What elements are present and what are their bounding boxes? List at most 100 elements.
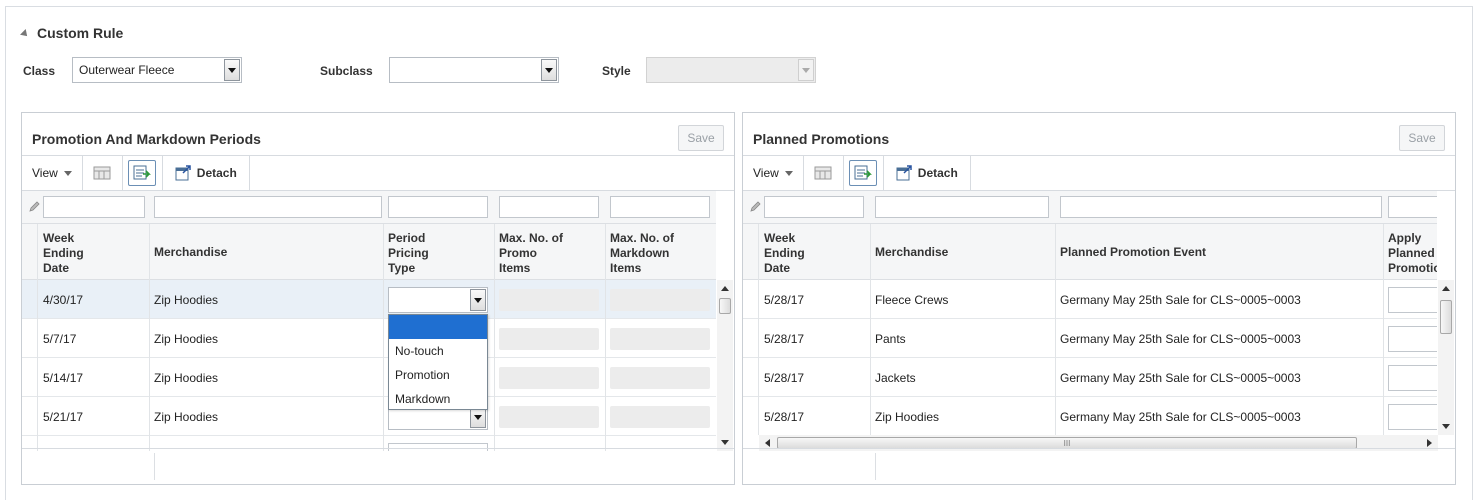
markdown-items-field [610,328,710,350]
promo-items-field [499,328,599,350]
freeze-column-icon [93,166,111,180]
filter-row [743,191,1437,224]
filter-pricing-input[interactable] [388,196,488,218]
view-menu[interactable]: View [22,156,83,190]
col-merchandise[interactable]: Merchandise [154,224,227,280]
filter-markdown-input[interactable] [610,196,710,218]
class-dropdown-icon[interactable] [224,59,240,81]
filter-week-input[interactable] [43,196,145,218]
class-select-value: Outerwear Fleece [79,63,175,77]
filter-week-input[interactable] [764,196,864,218]
table-row[interactable]: 5/28/17 Jackets Germany May 25th Sale fo… [743,358,1437,397]
scroll-right-icon[interactable] [1427,439,1432,447]
table-row[interactable]: 5/7/17 Zip Hoodies [22,319,716,358]
detach-button[interactable]: Detach [884,156,971,190]
export-button[interactable] [123,156,163,190]
collapse-triangle-icon[interactable] [20,28,30,39]
cell-merchandise: Jackets [875,370,916,385]
apply-promotion-input[interactable] [1388,287,1437,313]
table-row[interactable]: 5/28/17 Pants Germany May 25th Sale for … [743,319,1437,358]
cell-date: 5/21/17 [43,409,84,424]
option-promotion[interactable]: Promotion [389,363,487,387]
class-select[interactable]: Outerwear Fleece [72,57,242,83]
detach-icon [175,165,191,181]
export-icon [854,165,873,180]
vertical-scrollbar[interactable] [1438,280,1454,435]
cell-date: 5/28/17 [764,409,805,424]
style-dropdown-icon [798,59,814,81]
cell-date: 5/7/17 [43,331,77,346]
filter-merchandise-input[interactable] [154,196,382,218]
markdown-items-field [610,367,710,389]
apply-promotion-input[interactable] [1388,404,1437,430]
promotion-markdown-periods-panel: Promotion And Markdown Periods Save View… [21,112,735,485]
scroll-down-icon[interactable] [1442,424,1450,429]
scroll-down-icon[interactable] [721,440,729,445]
scroll-thumb[interactable] [1440,300,1452,334]
panel-footer [22,448,734,484]
table-row[interactable]: 5/14/17 Zip Hoodies [22,358,716,397]
planned-promotions-table: Week Ending Date Merchandise Planned Promo… [743,191,1437,435]
option-blank[interactable] [389,315,487,339]
option-markdown[interactable]: Markdown [389,387,487,411]
vertical-scrollbar[interactable] [717,280,733,451]
cell-date: 5/28/17 [764,370,805,385]
col-merchandise[interactable]: Merchandise [875,224,948,280]
filter-merchandise-input[interactable] [875,196,1049,218]
view-menu-label: View [753,166,779,180]
panel-title: Promotion And Markdown Periods [32,131,261,147]
col-week-ending-date[interactable]: Week Ending Date [43,231,84,276]
cell-event: Germany May 25th Sale for CLS~0005~0003 [1060,409,1301,424]
col-period-pricing-type[interactable]: Period Pricing Type [388,231,429,276]
view-menu-label: View [32,166,58,180]
promo-items-field [499,367,599,389]
col-apply-planned-promotion[interactable]: ApplyPlannedPromotion [1388,231,1437,276]
freeze-button[interactable] [83,156,123,190]
save-button[interactable]: Save [678,125,724,151]
pencil-icon [750,201,761,212]
detach-button[interactable]: Detach [163,156,250,190]
scroll-up-icon[interactable] [1442,286,1450,291]
col-week-ending-date[interactable]: Week Ending Date [764,231,805,276]
pricing-dropdown-icon[interactable] [470,289,486,311]
table-row[interactable]: 5/28/17 Zip Hoodies Germany May 25th Sal… [743,397,1437,435]
filter-promo-input[interactable] [499,196,599,218]
cell-merchandise: Zip Hoodies [154,409,219,424]
apply-promotion-input[interactable] [1388,326,1437,352]
filter-apply-input[interactable] [1388,196,1437,218]
col-max-markdown-items[interactable]: Max. No. of Markdown Items [610,231,674,276]
cell-merchandise: Pants [875,331,906,346]
style-select [646,57,816,83]
table-toolbar: View Detach [743,155,1455,191]
panel-footer [743,448,1455,484]
scroll-thumb[interactable] [719,298,731,314]
filter-event-input[interactable] [1060,196,1382,218]
apply-promotion-input[interactable] [1388,365,1437,391]
export-button[interactable] [844,156,884,190]
pricing-type-options[interactable]: No-touch Promotion Markdown [388,314,488,410]
cell-date: 5/28/17 [764,292,805,307]
option-no-touch[interactable]: No-touch [389,339,487,363]
subclass-select[interactable] [389,57,559,83]
section-header[interactable]: Custom Rule [20,25,123,41]
markdown-items-field [610,289,710,311]
view-menu[interactable]: View [743,156,804,190]
table-row[interactable]: 5/28/17 Fleece Crews Germany May 25th Sa… [743,280,1437,319]
col-max-promo-items[interactable]: Max. No. of Promo Items [499,231,563,276]
promo-items-field [499,289,599,311]
subclass-dropdown-icon[interactable] [541,59,557,81]
save-button[interactable]: Save [1399,125,1445,151]
table-row[interactable]: 5/21/17 Zip Hoodies [22,397,716,436]
export-icon [133,165,152,180]
cell-merchandise: Zip Hoodies [154,331,219,346]
caret-down-icon [63,170,72,176]
table-header: Week Ending Date Merchandise Planned Promo… [743,224,1437,280]
freeze-button[interactable] [804,156,844,190]
table-row[interactable]: 4/30/17 Zip Hoodies [22,280,716,319]
cell-date: 5/28/17 [764,331,805,346]
col-planned-promotion-event[interactable]: Planned Promotion Event [1060,224,1206,280]
cell-merchandise: Zip Hoodies [154,370,219,385]
scroll-up-icon[interactable] [721,286,729,291]
pricing-type-select[interactable] [388,287,488,313]
scroll-left-icon[interactable] [765,439,770,447]
